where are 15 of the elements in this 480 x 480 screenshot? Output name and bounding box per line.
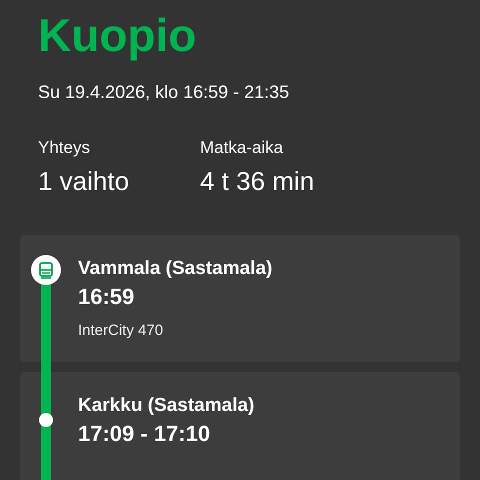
summary-value: 1 vaihto <box>38 165 130 197</box>
date-time: Su 19.4.2026, klo 16:59 - 21:35 <box>38 81 290 103</box>
summary-label: Yhteys <box>38 137 90 159</box>
stop-dot <box>39 413 53 427</box>
train-service: InterCity 470 <box>78 321 164 341</box>
stop-card[interactable]: Vammala (Sastamala) 16:59 InterCity 470 <box>20 235 460 362</box>
summary-label: Matka-aika <box>200 137 284 159</box>
stop-name: Vammala (Sastamala) <box>78 257 272 281</box>
destination-title: Kuopio <box>38 8 196 62</box>
stop-card[interactable]: Karkku (Sastamala) 17:09 - 17:10 <box>20 372 460 480</box>
stop-time: 16:59 <box>78 283 134 311</box>
stop-time: 17:09 - 17:10 <box>78 420 210 448</box>
summary-value: 4 t 36 min <box>200 165 314 197</box>
train-icon <box>31 255 61 285</box>
stop-name: Karkku (Sastamala) <box>78 394 254 418</box>
